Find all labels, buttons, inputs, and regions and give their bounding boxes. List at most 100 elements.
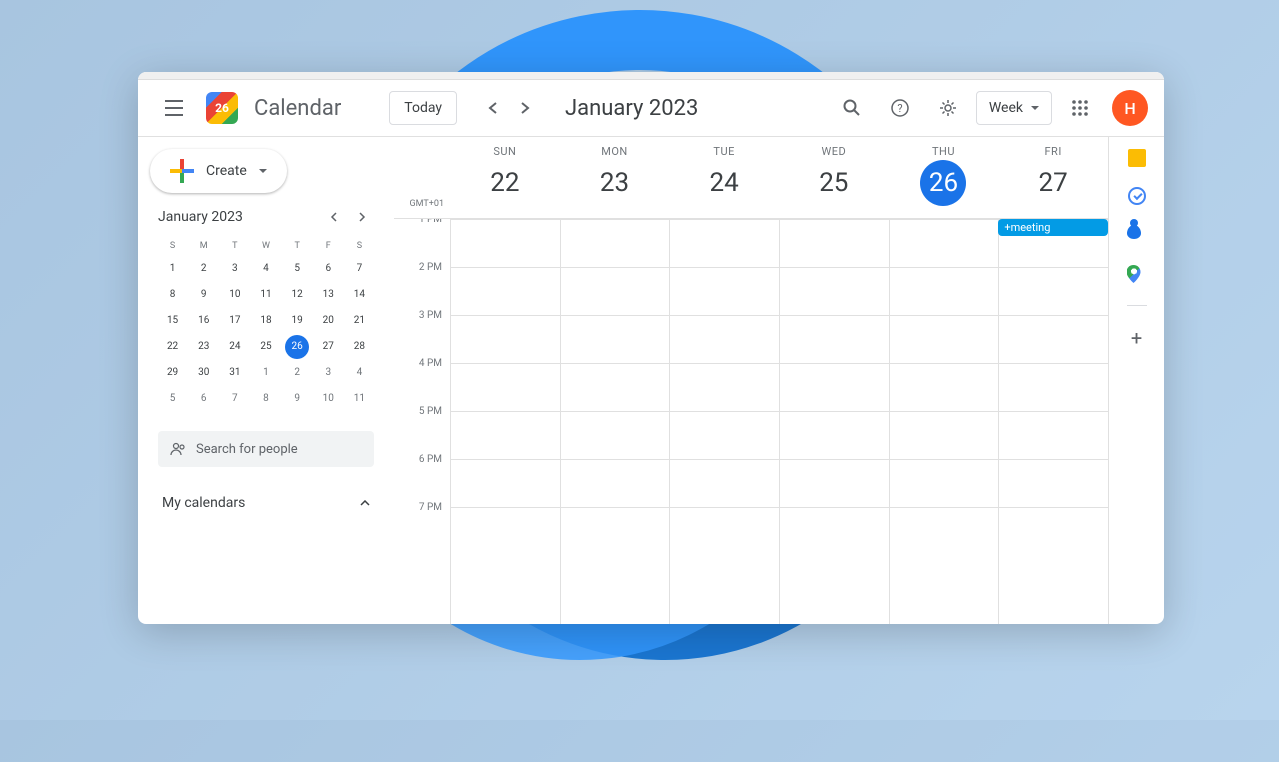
day-column[interactable] <box>998 219 1108 624</box>
day-column[interactable] <box>669 219 779 624</box>
search-button[interactable] <box>832 88 872 128</box>
mini-day[interactable]: 16 <box>192 309 216 333</box>
maps-icon[interactable] <box>1127 265 1147 285</box>
mini-day[interactable]: 2 <box>285 361 309 385</box>
mini-day[interactable]: 24 <box>223 335 247 359</box>
day-number: 23 <box>591 160 637 206</box>
sidebar: Create January 2023 SMTWTFS1234567891011… <box>138 137 394 624</box>
apps-grid-icon <box>1071 99 1089 117</box>
mini-day[interactable]: 5 <box>285 257 309 281</box>
mini-day[interactable]: 9 <box>192 283 216 307</box>
mini-day[interactable]: 7 <box>347 257 371 281</box>
mini-day[interactable]: 5 <box>161 387 185 411</box>
mini-day[interactable]: 1 <box>254 361 278 385</box>
mini-prev-month[interactable] <box>322 205 346 229</box>
keep-icon[interactable] <box>1128 149 1146 167</box>
mini-day[interactable]: 26 <box>285 335 309 359</box>
mini-day[interactable]: 21 <box>347 309 371 333</box>
mini-day[interactable]: 27 <box>316 335 340 359</box>
chevron-left-icon <box>330 212 338 222</box>
calendar-event[interactable]: +meeting <box>998 219 1108 236</box>
day-column[interactable] <box>560 219 670 624</box>
day-of-week-label: THU <box>889 145 999 158</box>
help-button[interactable]: ? <box>880 88 920 128</box>
mini-day[interactable]: 29 <box>161 361 185 385</box>
mini-dow: W <box>251 237 280 255</box>
mini-day[interactable]: 14 <box>347 283 371 307</box>
settings-button[interactable] <box>928 88 968 128</box>
mini-dow: T <box>220 237 249 255</box>
mini-day[interactable]: 9 <box>285 387 309 411</box>
app-header: 26 Calendar Today January 2023 ? Week <box>138 80 1164 137</box>
main-menu-button[interactable] <box>154 88 194 128</box>
prev-week-button[interactable] <box>477 92 509 124</box>
mini-day[interactable]: 30 <box>192 361 216 385</box>
day-number: 27 <box>1030 160 1076 206</box>
mini-dow: F <box>314 237 343 255</box>
mini-next-month[interactable] <box>350 205 374 229</box>
mini-calendar: January 2023 SMTWTFS12345678910111213141… <box>146 205 386 411</box>
app-title: Calendar <box>254 96 341 121</box>
day-header[interactable]: THU26 <box>889 137 999 218</box>
day-column[interactable] <box>889 219 999 624</box>
user-avatar[interactable]: H <box>1112 90 1148 126</box>
day-of-week-label: WED <box>779 145 889 158</box>
mini-day[interactable]: 1 <box>161 257 185 281</box>
mini-day[interactable]: 17 <box>223 309 247 333</box>
hour-label: 4 PM <box>394 358 450 406</box>
mini-day[interactable]: 8 <box>254 387 278 411</box>
mini-day[interactable]: 15 <box>161 309 185 333</box>
timezone-label: GMT+01 <box>394 137 450 218</box>
mini-day[interactable]: 2 <box>192 257 216 281</box>
day-header[interactable]: TUE24 <box>669 137 779 218</box>
hour-label: 5 PM <box>394 406 450 454</box>
mini-day[interactable]: 3 <box>316 361 340 385</box>
mini-day[interactable]: 3 <box>223 257 247 281</box>
mini-day[interactable]: 8 <box>161 283 185 307</box>
mini-day[interactable]: 22 <box>161 335 185 359</box>
current-month-label: January 2023 <box>565 96 698 121</box>
day-header[interactable]: SUN22 <box>450 137 560 218</box>
mini-day[interactable]: 6 <box>316 257 340 281</box>
mini-day[interactable]: 19 <box>285 309 309 333</box>
mini-day[interactable]: 10 <box>223 283 247 307</box>
chevron-right-icon <box>520 102 530 114</box>
day-number: 24 <box>701 160 747 206</box>
hour-label: 1 PM <box>394 219 450 262</box>
mini-day[interactable]: 4 <box>347 361 371 385</box>
mini-day[interactable]: 12 <box>285 283 309 307</box>
today-button[interactable]: Today <box>389 91 457 125</box>
next-week-button[interactable] <box>509 92 541 124</box>
google-apps-button[interactable] <box>1060 88 1100 128</box>
mini-day[interactable]: 10 <box>316 387 340 411</box>
mini-day[interactable]: 20 <box>316 309 340 333</box>
day-header[interactable]: WED25 <box>779 137 889 218</box>
mini-day[interactable]: 7 <box>223 387 247 411</box>
mini-day[interactable]: 11 <box>347 387 371 411</box>
create-button[interactable]: Create <box>150 149 287 193</box>
day-header[interactable]: MON23 <box>560 137 670 218</box>
view-selector[interactable]: Week <box>976 91 1052 125</box>
day-column[interactable] <box>779 219 889 624</box>
mini-day[interactable]: 13 <box>316 283 340 307</box>
mini-day[interactable]: 11 <box>254 283 278 307</box>
create-label: Create <box>206 163 247 179</box>
day-column[interactable] <box>450 219 560 624</box>
day-header[interactable]: FRI 27 <box>998 137 1108 218</box>
search-icon <box>843 99 861 117</box>
my-calendars-toggle[interactable]: My calendars <box>146 487 386 519</box>
mini-day[interactable]: 28 <box>347 335 371 359</box>
mini-day[interactable]: 23 <box>192 335 216 359</box>
mini-day[interactable]: 25 <box>254 335 278 359</box>
mini-day[interactable]: 6 <box>192 387 216 411</box>
mini-day[interactable]: 31 <box>223 361 247 385</box>
chevron-right-icon <box>358 212 366 222</box>
contacts-icon[interactable] <box>1127 225 1147 245</box>
tasks-icon[interactable] <box>1128 187 1146 205</box>
add-addon-button[interactable]: + <box>1131 326 1142 350</box>
mini-day[interactable]: 4 <box>254 257 278 281</box>
mini-dow: M <box>189 237 218 255</box>
search-people-input[interactable]: Search for people <box>158 431 374 467</box>
mini-day[interactable]: 18 <box>254 309 278 333</box>
day-of-week-label: FRI <box>998 145 1108 158</box>
